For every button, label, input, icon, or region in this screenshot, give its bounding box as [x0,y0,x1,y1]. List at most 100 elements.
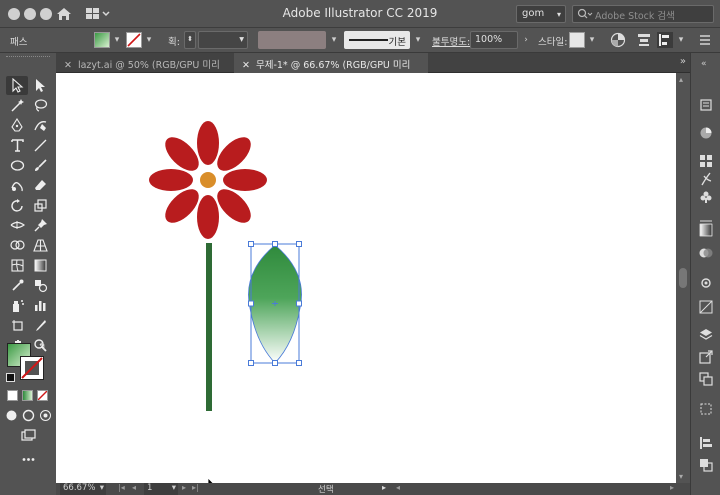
gradient-tool[interactable] [29,256,51,275]
transform-chevron-icon[interactable]: ▾ [675,32,687,48]
variable-width-profile[interactable] [258,31,326,49]
draw-normal-mode[interactable] [3,406,19,425]
eyedropper-tool[interactable] [6,276,28,295]
dock-collapse-icon[interactable]: « [701,59,707,69]
flower-stem[interactable] [206,243,212,411]
color-mode-button[interactable] [7,390,18,401]
zoom-window-button[interactable] [40,8,52,20]
zoom-level-dropdown[interactable]: 66.67% ▾ [60,483,106,495]
fill-dropdown-chevron-icon[interactable]: ▾ [111,32,123,48]
fill-swatch[interactable] [94,32,110,48]
none-mode-button[interactable] [37,390,48,401]
graphic-style-swatch[interactable] [569,32,585,48]
flower-center[interactable] [200,172,216,188]
tab-lazyt[interactable]: ✕lazyt.ai @ 50% (RGB/GPU 미리 보기) [56,53,234,85]
tab-untitled-1[interactable]: ✕무제-1* @ 66.67% (RGB/GPU 미리 보기) [234,53,428,85]
brush-chevron-icon[interactable]: ▾ [412,32,424,48]
graphic-styles-panel-icon[interactable] [699,300,713,314]
slice-tool[interactable] [29,316,51,335]
control-menu-icon[interactable] [697,32,713,48]
scroll-right-icon[interactable]: ▸ [670,483,674,492]
symbol-sprayer-tool[interactable] [6,296,28,315]
mesh-tool[interactable] [6,256,28,275]
next-artboard-icon[interactable]: ▸ [182,483,186,492]
column-graph-tool[interactable] [29,296,51,315]
default-fill-stroke-icon[interactable] [6,373,15,382]
gradient-mode-button[interactable] [22,390,33,401]
brush-definition-dropdown[interactable]: 기본 [344,31,410,49]
shaper-tool[interactable] [6,176,28,195]
symbols-panel-icon[interactable] [699,190,713,204]
close-window-button[interactable] [8,8,20,20]
rotate-tool[interactable] [6,196,28,215]
scrollbar-thumb[interactable] [679,268,687,288]
vertical-scrollbar[interactable]: ▴ ▾ [676,73,690,483]
panel-grip[interactable] [6,56,50,59]
workspace-layout-icon[interactable] [86,7,112,21]
lasso-tool[interactable] [29,96,51,115]
stroke-swatch[interactable] [126,32,142,48]
selection-tool[interactable] [6,76,28,95]
scroll-left-icon[interactable]: ◂ [396,483,400,492]
edit-toolbar-button[interactable] [17,450,39,469]
transform-icon[interactable] [657,32,673,48]
properties-panel-icon[interactable] [699,98,713,112]
color-panel-icon[interactable] [699,126,713,140]
previous-artboard-icon[interactable]: ◂ [132,483,136,492]
petal[interactable] [197,195,219,239]
screen-mode-button[interactable] [17,426,39,445]
align-panel-icon[interactable] [699,436,713,450]
artboard-canvas[interactable] [56,73,676,495]
close-tab-icon[interactable]: ✕ [64,60,72,71]
stroke-weight-stepper[interactable]: ⬍ [184,31,196,49]
scroll-up-icon[interactable]: ▴ [679,75,683,84]
scroll-down-icon[interactable]: ▾ [679,472,683,481]
stroke-color-box[interactable] [20,356,44,380]
export-panel-icon[interactable] [699,350,713,364]
style-chevron-icon[interactable]: ▾ [586,32,598,48]
artboards-panel-icon[interactable] [699,372,713,386]
tab-overflow-icon[interactable]: » [680,56,686,67]
type-tool[interactable] [6,136,28,155]
pathfinder-panel-icon[interactable] [699,458,713,472]
minimize-window-button[interactable] [24,8,36,20]
last-artboard-icon[interactable]: ▸| [192,483,199,492]
layers-panel-icon[interactable] [699,328,713,342]
close-tab-icon[interactable]: ✕ [242,60,250,71]
ellipse-tool[interactable] [6,156,28,175]
swap-fill-stroke-icon[interactable]: ↰ [38,342,46,353]
artboard-tool[interactable] [6,316,28,335]
gradient-panel-icon[interactable] [699,223,713,237]
brushes-panel-icon[interactable] [699,172,713,186]
width-tool[interactable] [6,216,28,235]
home-icon[interactable] [56,6,72,22]
draw-inside-mode[interactable] [37,406,53,425]
blend-tool[interactable] [29,276,51,295]
direct-selection-tool[interactable] [29,76,51,95]
petal[interactable] [149,169,193,191]
align-icon[interactable] [636,32,652,48]
first-artboard-icon[interactable]: |◂ [118,483,125,492]
perspective-grid-tool[interactable] [29,236,51,255]
opacity-chevron-icon[interactable]: › [520,32,532,48]
shape-builder-tool[interactable] [6,236,28,255]
petal[interactable] [223,169,267,191]
stroke-dropdown-chevron-icon[interactable]: ▾ [143,32,155,48]
line-segment-tool[interactable] [29,136,51,155]
opacity-label[interactable]: 불투명도: [432,34,470,48]
scale-tool[interactable] [29,196,51,215]
paintbrush-tool[interactable] [29,156,51,175]
appearance-panel-icon[interactable] [699,276,713,290]
magic-wand-tool[interactable] [6,96,28,115]
variable-width-chevron-icon[interactable]: ▾ [328,32,340,48]
stock-search-input[interactable]: Adobe Stock 검색 [572,5,714,23]
artboard-number-input[interactable]: 1 ▾ [144,483,178,495]
recolor-artwork-icon[interactable] [610,32,626,48]
draw-behind-mode[interactable] [20,406,36,425]
eraser-tool[interactable] [29,176,51,195]
petal[interactable] [197,121,219,165]
transform-panel-icon[interactable] [699,402,713,416]
puppet-warp-tool[interactable] [29,216,51,235]
opacity-input[interactable]: 100% [470,31,518,49]
stroke-weight-input[interactable]: ▾ [198,31,248,49]
